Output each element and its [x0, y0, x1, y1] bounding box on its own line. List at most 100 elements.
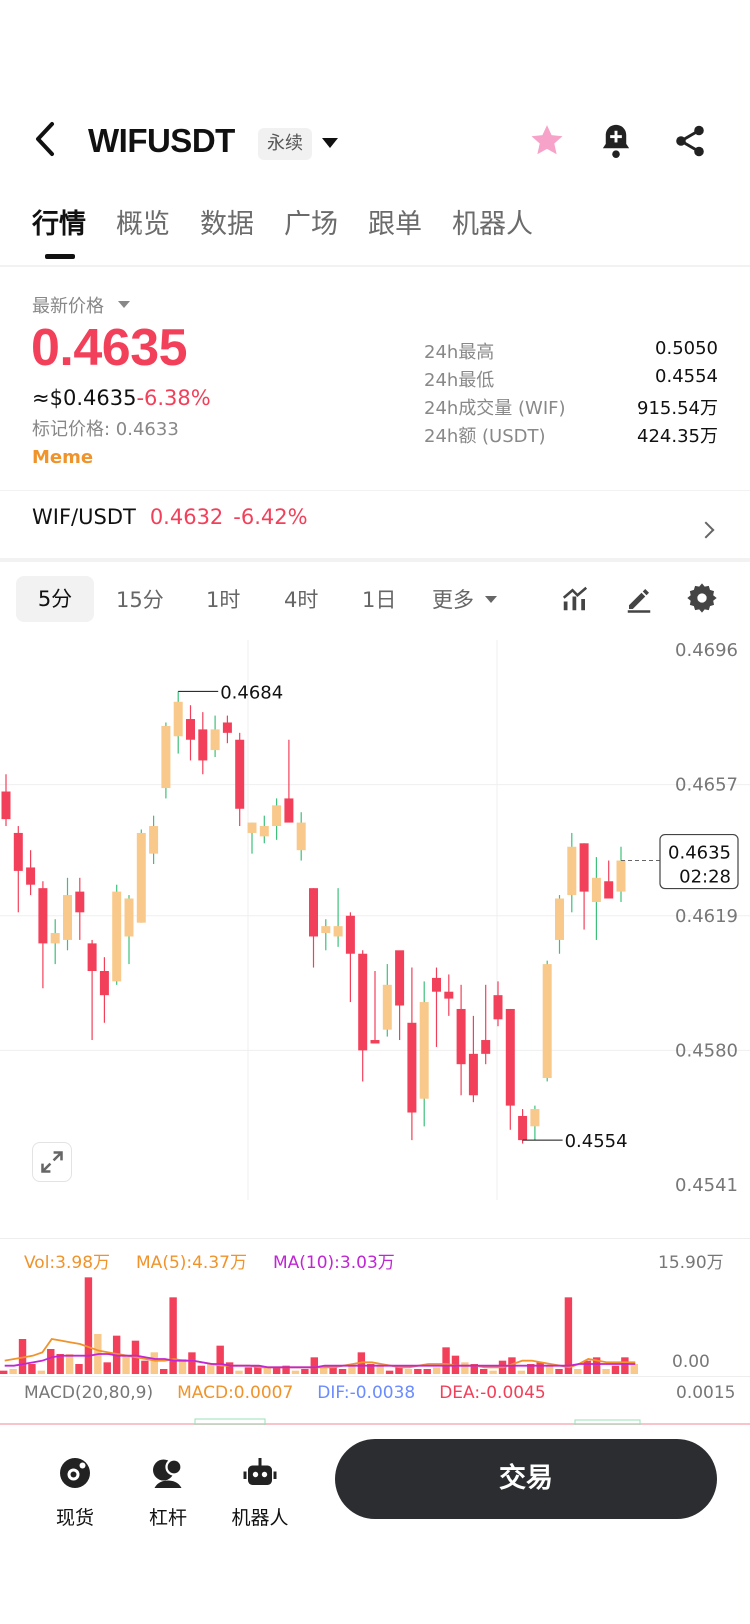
share-icon[interactable]: [672, 122, 708, 160]
tab-data[interactable]: 数据: [200, 205, 254, 265]
bell-plus-icon[interactable]: [598, 122, 634, 160]
candlestick-chart[interactable]: 0.46960.46570.46190.45800.454105:2007:00…: [0, 640, 750, 1200]
y-tick-label: 0.4580: [675, 1040, 738, 1061]
volume-bar: [564, 1297, 573, 1374]
tabs-divider: [0, 265, 750, 267]
candle-body: [444, 991, 454, 999]
candle-body: [432, 977, 441, 992]
nav-robot[interactable]: 机器人: [220, 1451, 300, 1530]
volume-bar: [555, 1369, 563, 1374]
candle-body: [272, 805, 282, 827]
tab-overview[interactable]: 概览: [116, 205, 170, 265]
candle-body: [505, 1008, 515, 1106]
candle-body: [456, 1008, 466, 1065]
high-marker-label: 0.4684: [220, 682, 283, 703]
timeframe-1d[interactable]: 1日: [362, 584, 396, 614]
nav-margin[interactable]: 杠杆: [128, 1451, 208, 1530]
candle-body: [493, 995, 503, 1020]
timeframe-more[interactable]: 更多: [432, 584, 474, 614]
expand-chart-button[interactable]: [32, 1142, 72, 1182]
volume-bar: [272, 1367, 281, 1374]
candle-body: [186, 719, 195, 740]
candle-body: [579, 843, 589, 892]
candle-body: [38, 888, 48, 944]
candle-body: [419, 1002, 429, 1099]
spot-pair-row[interactable]: WIF/USDT 0.4632 -6.42%: [32, 505, 308, 529]
expand-icon: [41, 1151, 63, 1173]
volume-bar: [65, 1354, 74, 1374]
tab-square[interactable]: 广场: [284, 205, 338, 265]
candle-body: [50, 933, 60, 944]
volume-bar: [122, 1355, 130, 1374]
candle-body: [222, 722, 232, 733]
nav-robot-label: 机器人: [231, 1507, 289, 1529]
candle-body: [309, 888, 318, 937]
timeframe-1h[interactable]: 1时: [206, 584, 240, 614]
stat-label: 24h成交量 (WIF): [424, 398, 566, 419]
volume-bar: [47, 1349, 55, 1374]
volume-bar: [225, 1362, 234, 1374]
volume-bar: [338, 1369, 347, 1374]
volume-bar: [235, 1370, 243, 1374]
last-price: 0.4635: [31, 319, 188, 377]
latest-price-label[interactable]: 最新价格: [32, 292, 104, 318]
macd-title: MACD(20,80,9): [24, 1383, 154, 1403]
volume-bar: [301, 1369, 309, 1374]
tab-copy-trading[interactable]: 跟单: [368, 205, 422, 265]
latest-price-dropdown-icon[interactable]: [118, 301, 130, 308]
trade-button[interactable]: 交易: [335, 1439, 717, 1519]
nav-spot[interactable]: 现货: [35, 1451, 115, 1530]
volume-bar: [545, 1365, 554, 1374]
volume-bar: [150, 1352, 158, 1374]
volume-bar: [385, 1370, 394, 1374]
settings-icon[interactable]: [686, 582, 718, 614]
usd-price: ≈$0.4635: [32, 386, 137, 410]
low-marker-label: 0.4554: [565, 1131, 628, 1152]
usd-price-line: ≈$0.4635-6.38%: [32, 386, 211, 410]
candle-body: [382, 984, 392, 1030]
symbol-title[interactable]: WIFUSDT: [88, 122, 235, 160]
volume-bar: [461, 1362, 469, 1374]
stat-label: 24h最低: [424, 370, 495, 391]
volume-bar: [442, 1347, 450, 1374]
volume-bar: [517, 1370, 526, 1374]
spot-icon: [35, 1451, 115, 1495]
candle-body: [99, 971, 109, 996]
spot-pair-price: 0.4632: [149, 505, 224, 529]
timeframe-4h[interactable]: 4时: [284, 584, 318, 614]
chevron-right-icon[interactable]: [697, 521, 715, 539]
spot-pair-change: -6.42%: [233, 505, 308, 529]
candle-body: [75, 891, 85, 913]
more-caret-icon[interactable]: [485, 596, 497, 603]
indicator-icon[interactable]: [560, 584, 590, 614]
tab-market[interactable]: 行情: [32, 205, 86, 265]
draw-icon[interactable]: [624, 584, 654, 614]
price-change: -6.38%: [136, 386, 211, 410]
volume-bar: [602, 1369, 610, 1374]
candle-body: [407, 1022, 417, 1113]
volume-bar: [423, 1369, 431, 1374]
volume-bar: [0, 1370, 8, 1374]
candle-body: [567, 846, 577, 896]
timeframe-15m[interactable]: 15分: [116, 584, 164, 614]
candle-body: [161, 725, 171, 789]
symbol-dropdown-icon[interactable]: [322, 138, 338, 148]
candle-body: [468, 1053, 478, 1096]
stat-value: 0.4554: [655, 366, 718, 387]
tab-bots[interactable]: 机器人: [452, 205, 533, 265]
candle-body: [530, 1109, 540, 1127]
category-tag[interactable]: Meme: [32, 447, 93, 468]
volume-bar: [244, 1367, 253, 1374]
candle-body: [333, 926, 343, 937]
candle-body: [518, 1115, 528, 1141]
y-tick-label: 0.4541: [675, 1175, 738, 1196]
candle-body: [616, 860, 626, 892]
back-icon[interactable]: [30, 120, 60, 158]
timeframe-5m[interactable]: 5分: [16, 576, 94, 622]
star-icon[interactable]: [528, 122, 566, 160]
timeframe-bar: 5分 15分 1时 4时 1日 更多: [0, 562, 750, 640]
candle-body: [124, 898, 134, 937]
contract-badge: 永续: [258, 128, 312, 160]
stat-label: 24h额 (USDT): [424, 426, 546, 447]
nav-margin-label: 杠杆: [148, 1507, 187, 1529]
